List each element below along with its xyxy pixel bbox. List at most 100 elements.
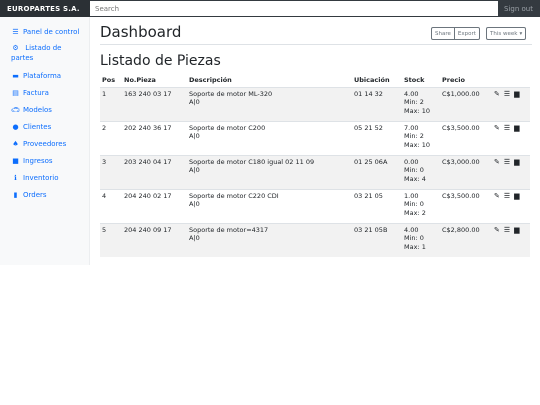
sign-out-link[interactable]: Sign out	[504, 0, 533, 17]
cell-stock: 1.00 Min: 0 Max: 2	[402, 188, 440, 223]
stock-value: 4.00	[404, 89, 419, 98]
cell-precio: C$1,000.00	[440, 86, 492, 121]
column-header-pos[interactable]: Pos	[100, 74, 122, 88]
sidebar-item-modelos[interactable]: 🚗︎ Modelos	[0, 105, 89, 115]
truck-icon: ■	[12, 157, 19, 165]
cell-actions: ✎ ☰ ▆	[492, 86, 530, 121]
sidebar-item-label: Panel de control	[23, 28, 80, 36]
stock-min: Min: 0	[404, 166, 424, 174]
cell-pos: 3	[100, 154, 122, 189]
sidebar-item-listado-de-partes[interactable]: ⚙ Listado de partes	[0, 43, 89, 63]
cell-ubicacion: 01 25 06A	[352, 154, 402, 189]
column-header-stock[interactable]: Stock	[402, 74, 440, 88]
cell-pos: 5	[100, 222, 122, 257]
section-title: Listado de Piezas	[100, 53, 221, 69]
menu-icon[interactable]: ☰	[504, 158, 510, 167]
stock-max: Max: 10	[404, 140, 430, 149]
sidebar-item-orders[interactable]: ▮ Orders	[0, 190, 89, 200]
table-row[interactable]: 4 204 240 02 17 Soporte de motor C220 CD…	[100, 188, 530, 223]
pencil-icon[interactable]: ✎	[494, 124, 500, 133]
stock-min: Min: 2	[404, 98, 424, 106]
cell-precio: C$3,500.00	[440, 120, 492, 155]
cell-descripcion: Soporte de motor C220 CDI A|0	[187, 188, 352, 223]
sidebar-item-panel-de-control[interactable]: ☰ Panel de control	[0, 27, 89, 37]
table-row[interactable]: 3 203 240 04 17 Soporte de motor C180 ig…	[100, 154, 530, 189]
list-icon: ☰	[12, 28, 19, 36]
menu-icon[interactable]: ☰	[504, 90, 510, 99]
export-button[interactable]: Export	[454, 27, 480, 40]
pencil-icon[interactable]: ✎	[494, 192, 500, 201]
cell-pos: 2	[100, 120, 122, 155]
description-text: Soporte de motor ML-320	[189, 89, 273, 98]
stock-max: Max: 2	[404, 208, 426, 217]
stock-min: Min: 0	[404, 200, 424, 208]
stock-max: Max: 4	[404, 174, 426, 183]
column-header-actions	[492, 74, 530, 88]
brand-logo[interactable]: EUROPARTES S.A.	[0, 0, 90, 17]
stock-min: Min: 0	[404, 234, 424, 242]
stock-min: Min: 2	[404, 132, 424, 140]
pencil-icon[interactable]: ✎	[494, 158, 500, 167]
page-title: Dashboard	[100, 23, 182, 41]
description-code: A|0	[189, 234, 200, 242]
cart-icon[interactable]: ▆	[514, 124, 519, 133]
sidebar: ☰ Panel de control ⚙ Listado de partes ▬…	[0, 17, 90, 265]
cell-actions: ✎ ☰ ▆	[492, 188, 530, 223]
stock-value: 4.00	[404, 225, 419, 234]
sidebar-item-label: Modelos	[23, 106, 52, 114]
pencil-icon[interactable]: ✎	[494, 226, 500, 235]
cell-descripcion: Soporte de motor ML-320 A|0	[187, 86, 352, 121]
column-header-descripcion[interactable]: Descripción	[187, 74, 352, 88]
file-icon: ▮	[13, 191, 18, 199]
cart-icon[interactable]: ▆	[514, 192, 519, 201]
sidebar-item-clientes[interactable]: ● Clientes	[0, 122, 89, 132]
table-row[interactable]: 1 163 240 03 17 Soporte de motor ML-320 A…	[100, 86, 530, 121]
menu-icon[interactable]: ☰	[504, 124, 510, 133]
search-input[interactable]	[90, 1, 498, 16]
cell-stock: 0.00 Min: 0 Max: 4	[402, 154, 440, 189]
cell-descripcion: Soporte de motor C200 A|0	[187, 120, 352, 155]
cell-pos: 4	[100, 188, 122, 223]
share-button[interactable]: Share	[431, 27, 455, 40]
info-icon: ℹ	[14, 174, 17, 182]
column-header-pieza[interactable]: No.Pieza	[122, 74, 187, 88]
cell-ubicacion: 03 21 05B	[352, 222, 402, 257]
description-text: Soporte de motor=4317	[189, 225, 269, 234]
cell-pieza: 204 240 02 17	[122, 188, 187, 223]
cell-pieza: 204 240 09 17	[122, 222, 187, 257]
sidebar-item-proveedores[interactable]: ♠ Proveedores	[0, 139, 89, 149]
stock-value: 7.00	[404, 123, 419, 132]
cell-actions: ✎ ☰ ▆	[492, 120, 530, 155]
pencil-icon[interactable]: ✎	[494, 90, 500, 99]
cell-pieza: 202 240 36 17	[122, 120, 187, 155]
cell-actions: ✎ ☰ ▆	[492, 222, 530, 257]
sidebar-item-ingresos[interactable]: ■ Ingresos	[0, 156, 89, 166]
menu-icon[interactable]: ☰	[504, 192, 510, 201]
cell-descripcion: Soporte de motor=4317 A|0	[187, 222, 352, 257]
sidebar-item-label: Clientes	[23, 123, 52, 131]
sidebar-item-factura[interactable]: ▤ Factura	[0, 88, 89, 98]
menu-icon[interactable]: ☰	[504, 226, 510, 235]
table-row[interactable]: 5 204 240 09 17 Soporte de motor=4317 A|0…	[100, 222, 530, 257]
cart-icon[interactable]: ▆	[514, 90, 519, 99]
cell-precio: C$2,800.00	[440, 222, 492, 257]
description-text: Soporte de motor C180 igual 02 11 09	[189, 157, 315, 166]
description-code: A|0	[189, 200, 200, 208]
sidebar-item-inventorio[interactable]: ℹ Inventorio	[0, 173, 89, 183]
table-row[interactable]: 2 202 240 36 17 Soporte de motor C200 A|0…	[100, 120, 530, 155]
parts-icon: ⚙	[12, 44, 19, 52]
cell-ubicacion: 05 21 52	[352, 120, 402, 155]
cart-icon[interactable]: ▆	[514, 226, 519, 235]
table-header-row: Pos No.Pieza Descripción Ubicación Stock…	[100, 74, 530, 88]
sidebar-item-label: Proveedores	[23, 140, 67, 148]
sidebar-item-label: Inventorio	[23, 174, 59, 182]
sidebar-item-label: Ingresos	[23, 157, 53, 165]
cell-pos: 1	[100, 86, 122, 121]
cart-icon[interactable]: ▆	[514, 158, 519, 167]
sidebar-item-plataforma[interactable]: ▬ Plataforma	[0, 71, 89, 81]
stock-max: Max: 1	[404, 242, 426, 251]
column-header-ubicacion[interactable]: Ubicación	[352, 74, 402, 88]
user-icon: ●	[12, 123, 19, 131]
this-week-dropdown[interactable]: This week ▾	[486, 27, 527, 40]
column-header-precio[interactable]: Precio	[440, 74, 492, 88]
